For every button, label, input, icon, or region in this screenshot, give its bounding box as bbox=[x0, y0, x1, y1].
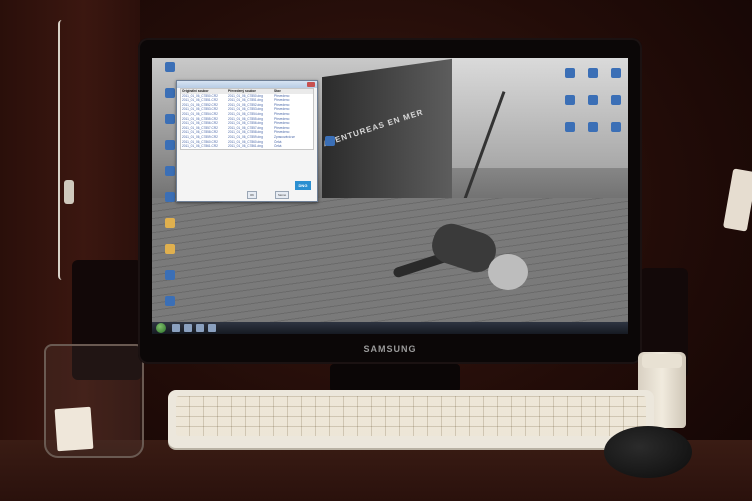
cancel-button[interactable]: Storno bbox=[275, 191, 290, 199]
app-icon bbox=[565, 95, 575, 105]
original-file: 2011_01_06_C7861.CR2 bbox=[182, 144, 218, 149]
status: Čeká bbox=[274, 144, 282, 149]
monitor-screen: AVENTUREAS EN MER Originální soubor Přev… bbox=[152, 58, 628, 334]
app-icon bbox=[165, 114, 175, 124]
taskbar-item[interactable] bbox=[172, 324, 180, 332]
desktop-icon-middle[interactable] bbox=[320, 136, 340, 156]
desktop-icon[interactable] bbox=[158, 270, 182, 292]
monitor-brand: SAMSUNG bbox=[363, 344, 417, 354]
usb-cable bbox=[58, 20, 66, 280]
app-icon bbox=[588, 95, 598, 105]
keyboard-keys bbox=[176, 396, 646, 436]
conversion-table: Originální soubor Převedený soubor Stav … bbox=[180, 88, 314, 150]
desktop-icons-right bbox=[560, 68, 624, 146]
cable-plug bbox=[64, 180, 74, 204]
app-icon bbox=[165, 166, 175, 176]
app-icon bbox=[611, 68, 621, 78]
desktop-icon[interactable] bbox=[560, 68, 580, 88]
wallpaper-child-hat bbox=[488, 254, 528, 290]
start-button[interactable] bbox=[156, 323, 166, 333]
desktop-icon[interactable] bbox=[606, 68, 626, 88]
desktop-icon[interactable] bbox=[583, 68, 603, 88]
app-icon bbox=[565, 122, 575, 132]
bottle-cap bbox=[642, 354, 682, 368]
app-icon bbox=[165, 270, 175, 280]
table-row[interactable]: 2011_01_06_C7861.CR2 2011_01_06_C7861.dng… bbox=[181, 144, 313, 149]
keyboard bbox=[168, 390, 654, 448]
taskbar bbox=[152, 322, 628, 334]
desktop-icon[interactable] bbox=[158, 218, 182, 240]
mouse bbox=[604, 426, 692, 478]
folder-icon bbox=[165, 218, 175, 228]
app-icon bbox=[165, 140, 175, 150]
monitor-stand bbox=[330, 364, 460, 392]
desktop-icon[interactable] bbox=[158, 244, 182, 266]
desktop-icon[interactable] bbox=[606, 122, 626, 142]
dng-converter-dialog: Originální soubor Převedený soubor Stav … bbox=[176, 80, 318, 202]
app-icon bbox=[565, 68, 575, 78]
app-icon bbox=[611, 95, 621, 105]
wallpaper-deck bbox=[152, 198, 628, 334]
folder-icon bbox=[165, 244, 175, 254]
taskbar-item[interactable] bbox=[184, 324, 192, 332]
app-icon bbox=[588, 68, 598, 78]
app-icon bbox=[165, 88, 175, 98]
dng-logo: DNG bbox=[295, 181, 311, 190]
app-icon bbox=[611, 122, 621, 132]
converted-file: 2011_01_06_C7861.dng bbox=[228, 144, 263, 149]
close-icon[interactable] bbox=[307, 82, 315, 87]
desktop-icon[interactable] bbox=[606, 95, 626, 115]
tea-bag-tag bbox=[54, 406, 94, 452]
ok-button[interactable]: OK bbox=[247, 191, 258, 199]
desktop-icon[interactable] bbox=[158, 296, 182, 318]
desktop-icon[interactable] bbox=[583, 122, 603, 142]
taskbar-item[interactable] bbox=[196, 324, 204, 332]
app-icon bbox=[165, 296, 175, 306]
app-icon bbox=[325, 136, 335, 146]
desktop-icon[interactable] bbox=[560, 122, 580, 142]
desktop-icon[interactable] bbox=[583, 95, 603, 115]
dialog-title-bar bbox=[177, 81, 317, 88]
desktop-icon[interactable] bbox=[560, 95, 580, 115]
app-icon bbox=[165, 192, 175, 202]
app-icon bbox=[165, 62, 175, 72]
taskbar-item[interactable] bbox=[208, 324, 216, 332]
app-icon bbox=[588, 122, 598, 132]
